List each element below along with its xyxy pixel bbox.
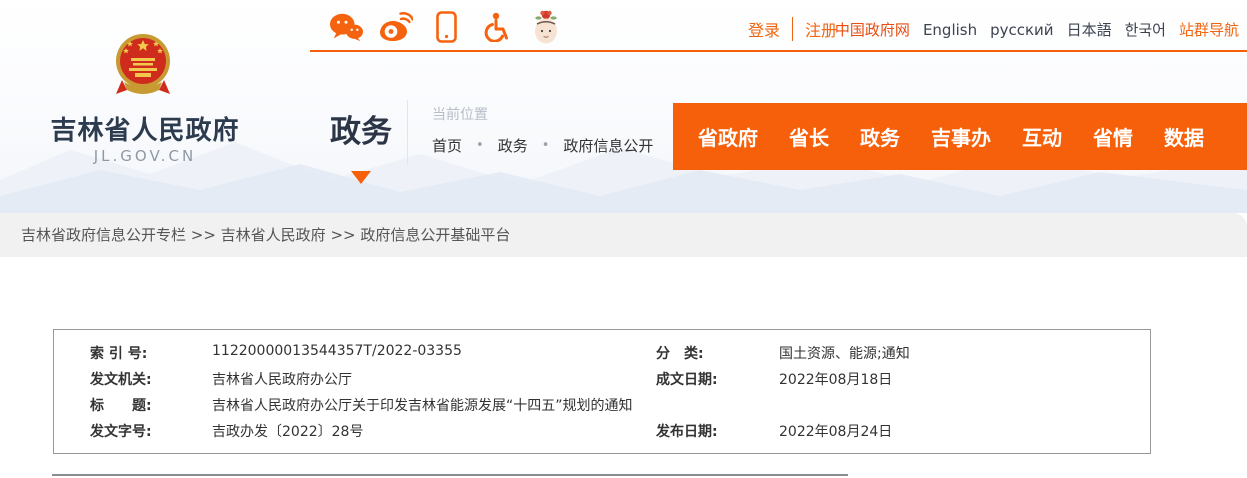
content-divider — [52, 474, 848, 476]
platform-breadcrumb-bar: 吉林省政府信息公开专栏 >> 吉林省人民政府 >> 政府信息公开基础平台 — [0, 213, 1247, 257]
nav-item-data[interactable]: 数据 — [1164, 122, 1204, 151]
issuing-agency-label: 发文机关: — [90, 369, 152, 389]
header-vertical-divider — [407, 100, 408, 164]
meta-row-index-category: 索 引 号: 11220000013544357T/2022-03355 分 类… — [54, 343, 1150, 369]
index-number-label: 索 引 号: — [90, 343, 147, 363]
platform-breadcrumb-text[interactable]: 吉林省政府信息公开专栏 >> 吉林省人民政府 >> 政府信息公开基础平台 — [21, 213, 510, 257]
nav-item-governor[interactable]: 省长 — [789, 122, 829, 151]
breadcrumb-separator-icon: • — [542, 138, 550, 153]
nav-item-interaction[interactable]: 互动 — [1022, 122, 1062, 151]
lang-korean-link[interactable]: 한국어 — [1125, 19, 1166, 40]
login-link[interactable]: 登录 — [748, 17, 780, 41]
issuing-agency-value: 吉林省人民政府办公厅 — [212, 369, 352, 389]
breadcrumb-zhengwu-link[interactable]: 政务 — [498, 135, 528, 156]
header-accent-rule — [310, 50, 1247, 52]
document-number-value: 吉政办发〔2022〕28号 — [212, 421, 363, 441]
site-domain: JL.GOV.CN — [50, 147, 240, 165]
page: 吉林省人民政府 JL.GOV.CN — [0, 0, 1247, 478]
breadcrumb-separator-icon: • — [476, 138, 484, 153]
written-date-value: 2022年08月18日 — [779, 369, 892, 389]
written-date-label: 成文日期: — [656, 369, 718, 389]
site-group-nav-link[interactable]: 站群导航 — [1179, 19, 1239, 40]
document-title-value: 吉林省人民政府办公厅关于印发吉林省能源发展“十四五”规划的通知 — [212, 395, 633, 415]
publish-date-value: 2022年08月24日 — [779, 421, 892, 441]
nav-item-province-overview[interactable]: 省情 — [1093, 122, 1133, 151]
meta-row-title: 标 题: 吉林省人民政府办公厅关于印发吉林省能源发展“十四五”规划的通知 — [54, 395, 1150, 421]
location-breadcrumb: 首页 • 政务 • 政府信息公开 — [432, 135, 653, 156]
utility-links: 中国政府网 English русский 日本語 한국어 站群导航 — [835, 19, 1239, 40]
mobile-icon[interactable] — [428, 9, 464, 45]
publish-date-label: 发布日期: — [656, 421, 718, 441]
category-value: 国土资源、能源;通知 — [779, 343, 910, 363]
national-emblem-logo — [114, 30, 172, 100]
document-meta-table: 索 引 号: 11220000013544357T/2022-03355 分 类… — [53, 329, 1151, 454]
china-gov-link[interactable]: 中国政府网 — [835, 19, 910, 40]
nav-item-provincial-government[interactable]: 省政府 — [698, 122, 758, 151]
section-title: 政务 — [330, 106, 392, 151]
site-header: 吉林省人民政府 JL.GOV.CN — [0, 0, 1247, 213]
wechat-icon[interactable] — [328, 9, 364, 45]
lang-russian-link[interactable]: русский — [990, 21, 1053, 39]
current-location-label: 当前位置 — [432, 104, 488, 124]
section-arrow-icon — [351, 171, 371, 184]
document-title-label: 标 题: — [90, 395, 152, 415]
lang-japanese-link[interactable]: 日本語 — [1067, 19, 1112, 40]
main-nav: 省政府 省长 政务 吉事办 互动 省情 数据 — [673, 103, 1247, 170]
lang-english-link[interactable]: English — [923, 21, 977, 39]
accessibility-icon[interactable] — [478, 9, 514, 45]
mascot-icon[interactable] — [528, 9, 564, 45]
document-number-label: 发文字号: — [90, 421, 152, 441]
login-register-divider — [792, 17, 793, 41]
breadcrumb-home-link[interactable]: 首页 — [432, 135, 462, 156]
nav-item-jishiban[interactable]: 吉事办 — [931, 122, 991, 151]
account-links: 登录 注册 — [748, 17, 837, 41]
meta-row-issuer-date: 发文机关: 吉林省人民政府办公厅 成文日期: 2022年08月18日 — [54, 369, 1150, 395]
top-icon-row — [328, 8, 564, 46]
category-label: 分 类: — [656, 343, 704, 363]
meta-row-docnumber-publishdate: 发文字号: 吉政办发〔2022〕28号 发布日期: 2022年08月24日 — [54, 421, 1150, 447]
breadcrumb-info-disclosure-link[interactable]: 政府信息公开 — [563, 135, 653, 156]
index-number-value: 11220000013544357T/2022-03355 — [212, 343, 462, 359]
weibo-icon[interactable] — [378, 9, 414, 45]
nav-item-government-affairs[interactable]: 政务 — [860, 122, 900, 151]
site-title: 吉林省人民政府 — [50, 110, 240, 147]
register-link[interactable]: 注册 — [805, 17, 837, 41]
